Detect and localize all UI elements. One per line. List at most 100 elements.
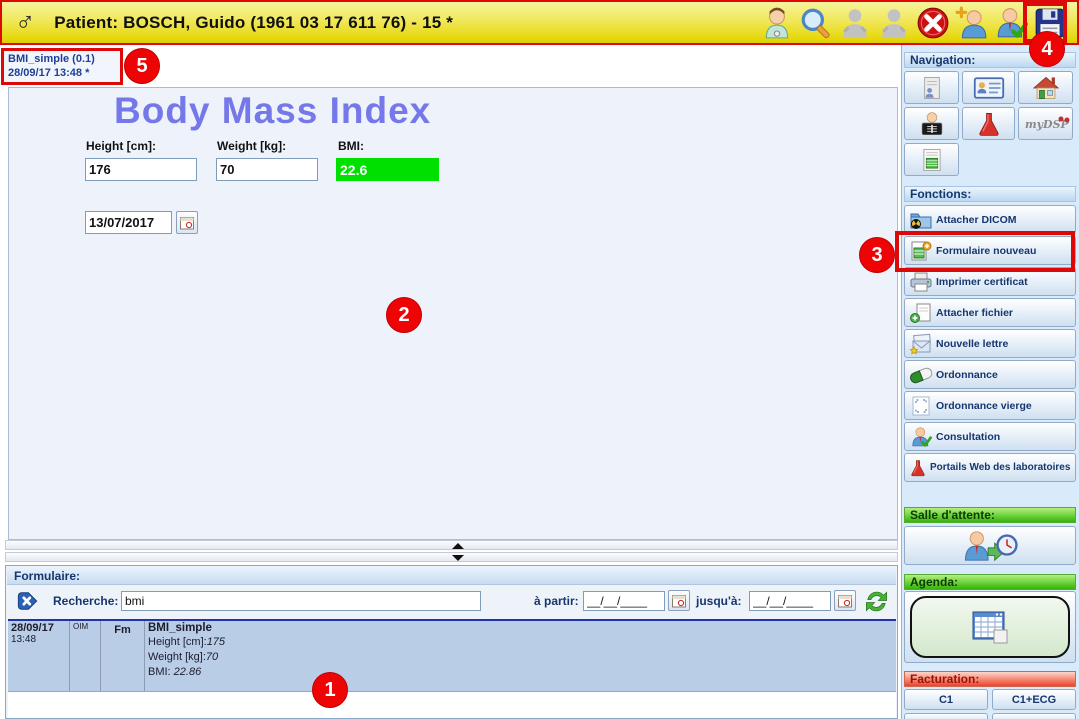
- agenda-panel: [904, 591, 1076, 663]
- calendar-icon: [837, 593, 853, 609]
- height-input[interactable]: [85, 158, 197, 181]
- bmi-label: BMI:: [338, 139, 364, 153]
- row-date: 28/09/17: [11, 622, 66, 634]
- portails-web-laboratoires-button[interactable]: Portails Web des laboratoires: [904, 453, 1076, 482]
- weight-input[interactable]: [216, 158, 318, 181]
- laboratory-button[interactable]: [962, 107, 1015, 140]
- row-form-name: BMI_simple: [148, 622, 893, 634]
- to-date-input[interactable]: [749, 591, 831, 611]
- table-row-selected[interactable]: 28/09/17 13:48 OIM Fm BMI_simple Height …: [8, 621, 896, 692]
- annotation-badge-5: 5: [124, 48, 160, 84]
- button-label: Nouvelle lettre: [936, 338, 1008, 350]
- attacher-fichier-button[interactable]: Attacher fichier: [904, 298, 1076, 327]
- agenda-button[interactable]: [910, 596, 1070, 658]
- salle-attente-button[interactable]: [904, 526, 1076, 565]
- formulaire-header: Formulaire:: [7, 567, 896, 585]
- pill-icon: [909, 364, 933, 386]
- calendar-icon: [671, 593, 687, 609]
- search-label: Recherche:: [53, 594, 118, 608]
- male-gender-icon: ♂: [15, 6, 35, 37]
- ordonnance-vierge-button[interactable]: Ordonnance vierge: [904, 391, 1076, 420]
- from-date-label: à partir:: [534, 594, 579, 608]
- splitter-expand-handle[interactable]: [5, 540, 898, 550]
- button-label: Consultation: [936, 431, 1000, 443]
- weight-label: Weight [kg]:: [217, 139, 286, 153]
- facturation-header: Facturation:: [904, 671, 1076, 687]
- bmi-value: 22.6: [336, 158, 439, 181]
- row-time: 13:48: [11, 634, 66, 645]
- search-input[interactable]: [121, 591, 481, 611]
- row-bmi-value: 22.86: [174, 666, 202, 678]
- ordonnance-button[interactable]: Ordonnance: [904, 360, 1076, 389]
- from-date-input[interactable]: [583, 591, 665, 611]
- annotation-badge-2: 2: [386, 297, 422, 333]
- splitter-collapse-handle[interactable]: [5, 552, 898, 562]
- row-weight-value: 70: [206, 651, 218, 663]
- form-tab-bmi-simple[interactable]: BMI_simple (0.1) 28/09/17 13:48 *: [1, 48, 123, 85]
- close-patient-icon[interactable]: [916, 6, 950, 40]
- arrow-up-icon: [452, 543, 464, 549]
- fonctions-header: Fonctions:: [904, 186, 1076, 202]
- row-date-cell: 28/09/17 13:48: [8, 621, 70, 691]
- annotation-badge-3: 3: [859, 237, 895, 273]
- facturation-c1-ecg-button[interactable]: C1+ECG: [992, 689, 1076, 710]
- calendar-icon: [179, 215, 195, 231]
- formulaire-panel: Formulaire: Recherche: à partir: jusqu'à…: [5, 565, 898, 719]
- from-calendar-button[interactable]: [668, 590, 690, 611]
- mydsp-icon: [1022, 111, 1070, 137]
- patient-record-icon: [918, 75, 946, 101]
- report-button[interactable]: [904, 143, 959, 176]
- bmi-form-panel: Body Mass Index Height [cm]: Weight [kg]…: [8, 87, 898, 540]
- facturation-button-partial[interactable]: [904, 713, 988, 719]
- facturation-button-partial[interactable]: [992, 713, 1076, 719]
- button-label: Imprimer certificat: [936, 276, 1028, 288]
- agenda-calendar-icon: [970, 609, 1010, 645]
- patient-title-bar: ♂ Patient: BOSCH, Guido (1961 03 17 611 …: [0, 0, 1079, 45]
- home-button[interactable]: [1018, 71, 1073, 104]
- mydsp-button[interactable]: [1018, 107, 1073, 140]
- to-calendar-button[interactable]: [834, 590, 856, 611]
- patient-previous-icon[interactable]: [838, 6, 872, 40]
- blank-document-icon: [909, 395, 933, 417]
- clear-search-icon[interactable]: [16, 590, 39, 612]
- imaging-icon: [918, 111, 946, 137]
- button-label: Portails Web des laboratoires: [930, 462, 1070, 473]
- patient-title: Patient: BOSCH, Guido (1961 03 17 611 76…: [54, 13, 453, 33]
- navigation-grid: [904, 71, 1073, 176]
- imaging-button[interactable]: [904, 107, 959, 140]
- button-label: Ordonnance: [936, 369, 998, 381]
- button-label: Ordonnance vierge: [936, 400, 1032, 412]
- arrow-down-icon: [452, 555, 464, 561]
- date-calendar-button[interactable]: [176, 211, 198, 234]
- form-title: Body Mass Index: [114, 90, 431, 132]
- add-patient-icon[interactable]: [955, 6, 989, 40]
- row-bmi-label: BMI:: [148, 666, 174, 678]
- date-input[interactable]: [85, 211, 172, 234]
- sidebar: Navigation: Fonctions: Attacher DICOM Fo…: [901, 45, 1079, 719]
- doctor-icon[interactable]: [760, 6, 794, 40]
- row-source-cell: OIM: [70, 621, 101, 691]
- waiting-room-icon: [959, 529, 1021, 563]
- salle-attente-header: Salle d'attente:: [904, 507, 1076, 523]
- height-label: Height [cm]:: [86, 139, 156, 153]
- report-icon: [918, 147, 946, 173]
- nouvelle-lettre-button[interactable]: Nouvelle lettre: [904, 329, 1076, 358]
- row-type: Fm: [104, 622, 141, 636]
- annotation-badge-1: 1: [312, 672, 348, 708]
- patient-record-button[interactable]: [904, 71, 959, 104]
- patient-data-button[interactable]: [962, 71, 1015, 104]
- row-height-label: Height [cm]:: [148, 636, 207, 648]
- facturation-row-partial: [904, 713, 1076, 719]
- attacher-dicom-button[interactable]: Attacher DICOM: [904, 205, 1076, 234]
- home-icon: [1030, 75, 1062, 101]
- attach-file-icon: [909, 302, 933, 324]
- patient-next-icon[interactable]: [877, 6, 911, 40]
- refresh-icon[interactable]: [863, 588, 890, 615]
- consultation-icon: [909, 426, 933, 448]
- search-icon[interactable]: [799, 6, 833, 40]
- consultation-button[interactable]: Consultation: [904, 422, 1076, 451]
- facturation-c1-button[interactable]: C1: [904, 689, 988, 710]
- dicom-folder-icon: [909, 209, 933, 231]
- row-type-cell: Fm: [101, 621, 145, 691]
- button-label: Attacher DICOM: [936, 214, 1017, 226]
